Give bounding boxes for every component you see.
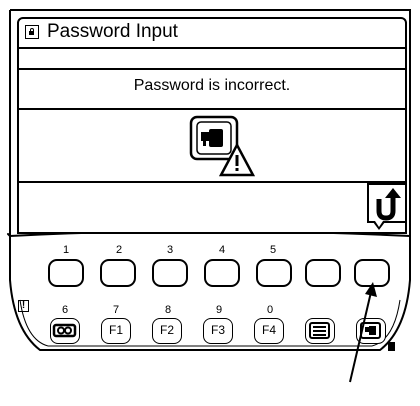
monitor-panel: Password Input Password is incorrect. 1 … <box>0 0 420 406</box>
callout-arrow <box>349 282 377 383</box>
